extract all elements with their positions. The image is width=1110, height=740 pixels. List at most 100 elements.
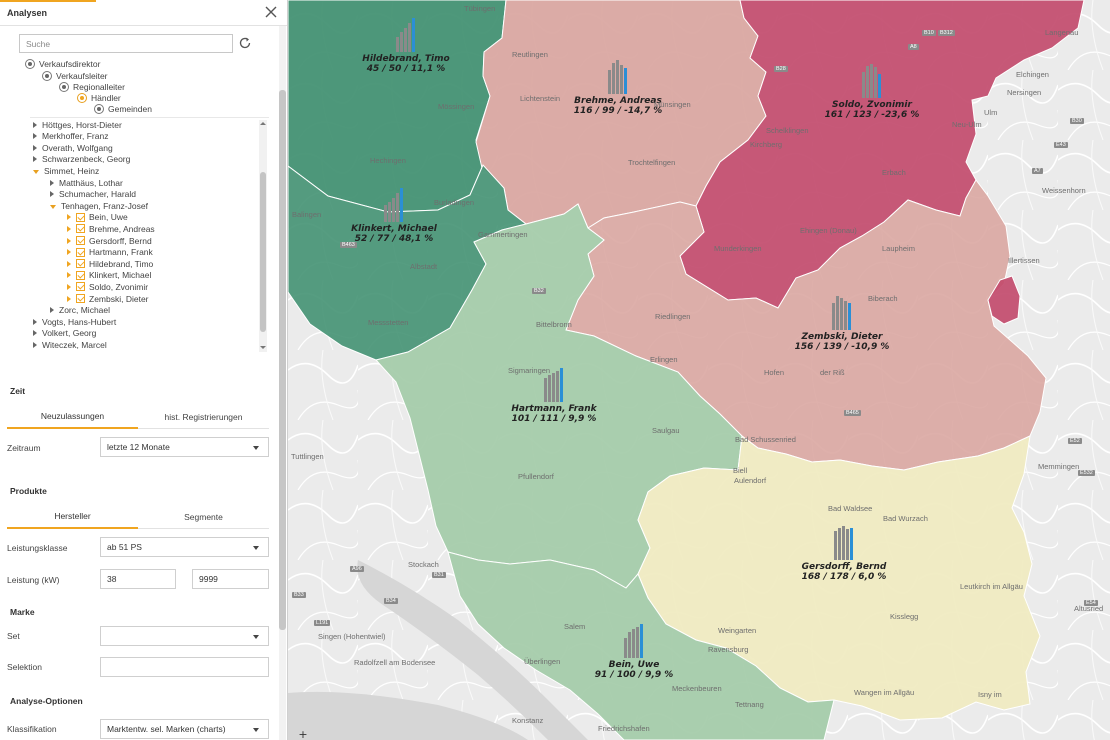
- tree-item[interactable]: Zembski, Dieter: [67, 293, 149, 304]
- caret-closed-icon[interactable]: [33, 156, 37, 163]
- zoom-in-button[interactable]: +: [296, 729, 310, 740]
- tab-hist-registrierungen[interactable]: hist. Registrierungen: [138, 405, 269, 429]
- checkbox-checked-icon[interactable]: [76, 247, 85, 257]
- caret-closed-icon[interactable]: [33, 318, 37, 325]
- tree-scrollbar[interactable]: [259, 120, 267, 352]
- zeitraum-select[interactable]: letzte 12 Monate: [100, 437, 269, 457]
- tab-segmente[interactable]: Segmente: [138, 505, 269, 529]
- caret-closed-icon[interactable]: [33, 121, 37, 128]
- checkbox-checked-icon[interactable]: [76, 270, 85, 280]
- tree-item[interactable]: Simmet, Heinz: [33, 165, 99, 176]
- chart-bar: [862, 72, 865, 98]
- chart-bar: [556, 371, 559, 402]
- panel-scrollbar-thumb[interactable]: [279, 90, 286, 630]
- caret-down-icon: [253, 635, 259, 639]
- caret-open-icon[interactable]: [50, 204, 56, 209]
- tree-item[interactable]: Schwarzenbeck, Georg: [33, 154, 130, 165]
- checkbox-checked-icon[interactable]: [76, 236, 85, 245]
- caret-closed-icon[interactable]: [33, 133, 37, 140]
- tree-item-label: Witeczek, Marcel: [42, 339, 107, 350]
- chart-bar: [878, 74, 881, 98]
- chart-bar: [388, 202, 391, 222]
- leistung-min-input[interactable]: [100, 569, 176, 589]
- tree-item-label: Schumacher, Harald: [59, 189, 137, 200]
- section-produkte-heading: Produkte: [10, 486, 47, 496]
- tree-item[interactable]: Zorc, Michael: [50, 305, 110, 316]
- checkbox-checked-icon[interactable]: [76, 282, 85, 292]
- radio-selected-icon[interactable]: [77, 92, 87, 103]
- hierarchy-level-regionalleiter[interactable]: Regionalleiter: [59, 81, 125, 92]
- tree-item[interactable]: Merkhoffer, Franz: [33, 131, 108, 142]
- radio-icon[interactable]: [42, 70, 52, 81]
- panel-scrollbar[interactable]: [279, 26, 286, 740]
- tree-item-label: Zorc, Michael: [59, 305, 111, 316]
- klassifikation-select[interactable]: Marktentw. sel. Marken (charts): [100, 719, 269, 739]
- scroll-down-icon[interactable]: [260, 346, 266, 349]
- tree-item[interactable]: Brehme, Andreas: [67, 223, 155, 234]
- selektion-input[interactable]: [100, 657, 269, 677]
- region-hildebrand[interactable]: [288, 0, 507, 213]
- chart-bar: [616, 60, 619, 94]
- caret-closed-icon[interactable]: [67, 249, 71, 256]
- selektion-label: Selektion: [7, 662, 42, 672]
- tree-item[interactable]: Hildebrand, Timo: [67, 258, 153, 269]
- caret-closed-icon[interactable]: [67, 272, 71, 279]
- caret-closed-icon[interactable]: [67, 260, 71, 267]
- tree-item[interactable]: Höttges, Horst-Dieter: [33, 119, 122, 130]
- tree-item[interactable]: Volkert, Georg: [33, 328, 96, 339]
- tree-item[interactable]: Hartmann, Frank: [67, 247, 153, 258]
- hierarchy-level-gemeinden[interactable]: Gemeinden: [94, 103, 152, 114]
- tree-item-label: Soldo, Zvonimir: [89, 281, 149, 292]
- caret-closed-icon[interactable]: [67, 225, 71, 232]
- caret-closed-icon[interactable]: [50, 179, 54, 186]
- tree-item[interactable]: Vogts, Hans-Hubert: [33, 316, 116, 327]
- checkbox-checked-icon[interactable]: [76, 294, 85, 303]
- tab-hersteller[interactable]: Hersteller: [7, 505, 138, 529]
- caret-open-icon[interactable]: [33, 169, 39, 174]
- radio-icon[interactable]: [94, 103, 104, 114]
- checkbox-checked-icon[interactable]: [76, 224, 85, 234]
- tree-item[interactable]: Matthäus, Lothar: [50, 177, 123, 188]
- tree-item[interactable]: Soldo, Zvonimir: [67, 281, 148, 292]
- caret-closed-icon[interactable]: [67, 283, 71, 290]
- tree-item[interactable]: Witeczek, Marcel: [33, 339, 107, 350]
- close-icon[interactable]: [262, 3, 280, 21]
- caret-closed-icon[interactable]: [67, 237, 71, 244]
- radio-icon[interactable]: [59, 81, 69, 92]
- set-select[interactable]: [100, 626, 269, 646]
- tree-item[interactable]: Schumacher, Harald: [50, 189, 136, 200]
- tree-item[interactable]: Gersdorff, Bernd: [67, 235, 152, 246]
- tab-neuzulassungen[interactable]: Neuzulassungen: [7, 405, 138, 429]
- hierarchy-level-verkaufsleiter[interactable]: Verkaufsleiter: [42, 70, 108, 81]
- tree-item[interactable]: Tenhagen, Franz-Josef: [50, 200, 148, 211]
- checkbox-checked-icon[interactable]: [76, 259, 85, 269]
- hierarchy-level-haendler[interactable]: Händler: [77, 92, 121, 103]
- hierarchy-level-label: Gemeinden: [108, 103, 152, 114]
- caret-closed-icon[interactable]: [67, 295, 71, 302]
- zeitraum-value: letzte 12 Monate: [107, 442, 170, 452]
- caret-closed-icon[interactable]: [50, 307, 54, 314]
- caret-closed-icon[interactable]: [67, 214, 71, 221]
- sales-tree: Höttges, Horst-Dieter Merkhoffer, Franz Ov…: [30, 117, 269, 352]
- caret-closed-icon[interactable]: [33, 330, 37, 337]
- hierarchy-level-verkaufsdirektor[interactable]: Verkaufsdirektor: [25, 58, 100, 69]
- tree-item[interactable]: Overath, Wolfgang: [33, 142, 113, 153]
- map-canvas[interactable]: [288, 0, 1110, 740]
- tree-item[interactable]: Klinkert, Michael: [67, 270, 151, 281]
- refresh-icon[interactable]: [238, 36, 252, 50]
- caret-closed-icon[interactable]: [33, 341, 37, 348]
- checkbox-checked-icon[interactable]: [76, 212, 85, 222]
- radio-icon[interactable]: [25, 58, 35, 69]
- chart-bar: [628, 632, 631, 658]
- chart-bar: [832, 303, 835, 330]
- caret-closed-icon[interactable]: [33, 144, 37, 151]
- map-view[interactable]: Hildebrand, Timo 45 / 50 / 11,1 % Brehme, …: [288, 0, 1110, 740]
- leistung-max-input[interactable]: [192, 569, 269, 589]
- tree-scrollbar-thumb[interactable]: [260, 172, 266, 332]
- search-input[interactable]: [19, 34, 233, 53]
- scroll-up-icon[interactable]: [260, 122, 266, 125]
- chart-bar: [632, 629, 635, 658]
- caret-closed-icon[interactable]: [50, 191, 54, 198]
- leistungsklasse-select[interactable]: ab 51 PS: [100, 537, 269, 557]
- tree-item[interactable]: Bein, Uwe: [67, 212, 128, 223]
